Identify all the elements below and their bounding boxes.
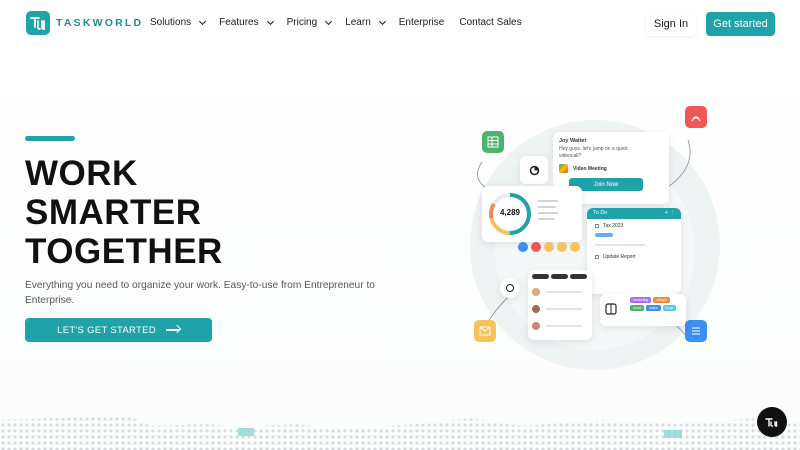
todo-item-2: Update Report [587, 250, 681, 264]
get-started-button[interactable]: Get started [706, 12, 775, 36]
document-icon [685, 320, 707, 342]
menu-pricing[interactable]: Pricing [286, 17, 333, 28]
chevron-down-icon [199, 17, 207, 25]
message-filter-pills [532, 274, 588, 279]
main-menu: Solutions Features Pricing Learn Enterpr… [150, 17, 522, 28]
checkbox-icon[interactable] [595, 224, 599, 228]
chevron-down-icon [325, 17, 333, 25]
menu-learn[interactable]: Learn [345, 17, 386, 28]
message-list-card [528, 270, 592, 340]
wow-icon [557, 242, 567, 252]
todo-item-1: Tax 2023 [587, 219, 681, 250]
cta-label: LET'S GET STARTED [57, 324, 156, 336]
todo-card: To Do + ⋮ Tax 2023 Update Report [587, 208, 681, 294]
checkbox-icon[interactable] [595, 254, 599, 259]
menu-pricing-label: Pricing [286, 17, 318, 28]
headline-line-3: TOGETHER [25, 232, 223, 271]
taskworld-chat-widget-button[interactable] [757, 407, 787, 437]
message-row [532, 288, 588, 296]
sad-icon [570, 242, 580, 252]
menu-enterprise[interactable]: Enterprise [399, 17, 445, 28]
pie-chart-tile [520, 156, 548, 184]
tag-bugs: bugs [662, 305, 677, 311]
hero-headline: WORK SMARTER TOGETHER [25, 154, 223, 271]
menu-contact-sales-label: Contact Sales [459, 17, 522, 28]
todo-item-2-row: Update Report [595, 254, 673, 260]
brand-name: TASKWORLD [56, 17, 144, 29]
chat-message-text: Hey guys, let's jump on a quick videocal… [559, 146, 628, 159]
lets-get-started-button[interactable]: LET'S GET STARTED [25, 318, 212, 342]
tags-card: marketing design email sales bugs [600, 294, 686, 326]
menu-contact-sales[interactable]: Contact Sales [459, 17, 521, 28]
taskworld-logo[interactable]: TASKWORLD [26, 11, 143, 35]
taskworld-chat-icon [765, 418, 778, 427]
email-icon [474, 320, 496, 342]
menu-learn-label: Learn [345, 17, 371, 28]
video-app-icon [559, 164, 568, 173]
message-row [532, 322, 588, 330]
tag-email: email [630, 305, 645, 311]
stat-value: 4,289 [499, 208, 521, 217]
pie-chart-icon [529, 165, 539, 175]
dotted-world-map [0, 416, 800, 450]
stat-legend [538, 200, 558, 220]
todo-item-2-label: Update Report [603, 253, 636, 260]
tag-design: design [653, 297, 670, 303]
sign-in-button[interactable]: Sign In [646, 12, 696, 36]
heart-icon [531, 242, 541, 252]
hero-subtext: Everything you need to organize your wor… [25, 280, 375, 306]
todo-item-1-tag [595, 233, 613, 237]
todo-item-1-label: Tax 2023 [603, 223, 624, 229]
todo-title: To Do [593, 210, 608, 216]
spreadsheet-icon [482, 131, 504, 153]
stats-card: 4,289 [482, 186, 582, 242]
menu-features[interactable]: Features [219, 17, 274, 28]
headline-line-1: WORK [25, 154, 138, 193]
chat-sender-name: Joy Walter [559, 138, 587, 144]
menu-solutions-label: Solutions [150, 17, 192, 28]
menu-features-label: Features [219, 17, 259, 28]
menu-enterprise-label: Enterprise [398, 17, 445, 28]
laugh-icon [544, 242, 554, 252]
message-row [532, 305, 588, 313]
chevron-down-icon [378, 17, 386, 25]
tag-sales: sales [646, 305, 661, 311]
top-navigation: TASKWORLD Solutions Features Pricing Lea… [0, 0, 800, 48]
chevron-down-icon [266, 17, 274, 25]
taskworld-logo-icon [26, 11, 50, 35]
todo-item-1-row: Tax 2023 [595, 223, 673, 229]
todo-header: To Do + ⋮ [587, 208, 681, 219]
plus-icon[interactable]: + ⋮ [665, 210, 675, 217]
board-icon [604, 302, 618, 316]
video-meeting-row: Video Meeting [559, 164, 663, 173]
headline-line-2: SMARTER [25, 193, 202, 232]
tag-marketing: marketing [630, 297, 652, 303]
arrow-right-icon [165, 329, 180, 331]
pdf-icon [685, 106, 707, 128]
tag-list: marketing design email sales bugs [630, 297, 684, 311]
menu-solutions[interactable]: Solutions [150, 17, 207, 28]
like-icon [518, 242, 528, 252]
join-now-label: Join Now [593, 181, 619, 188]
chat-bubble-icon [500, 278, 520, 298]
accent-bar [25, 136, 75, 141]
reactions-row [518, 242, 580, 252]
video-meeting-label: Video Meeting [573, 165, 607, 172]
